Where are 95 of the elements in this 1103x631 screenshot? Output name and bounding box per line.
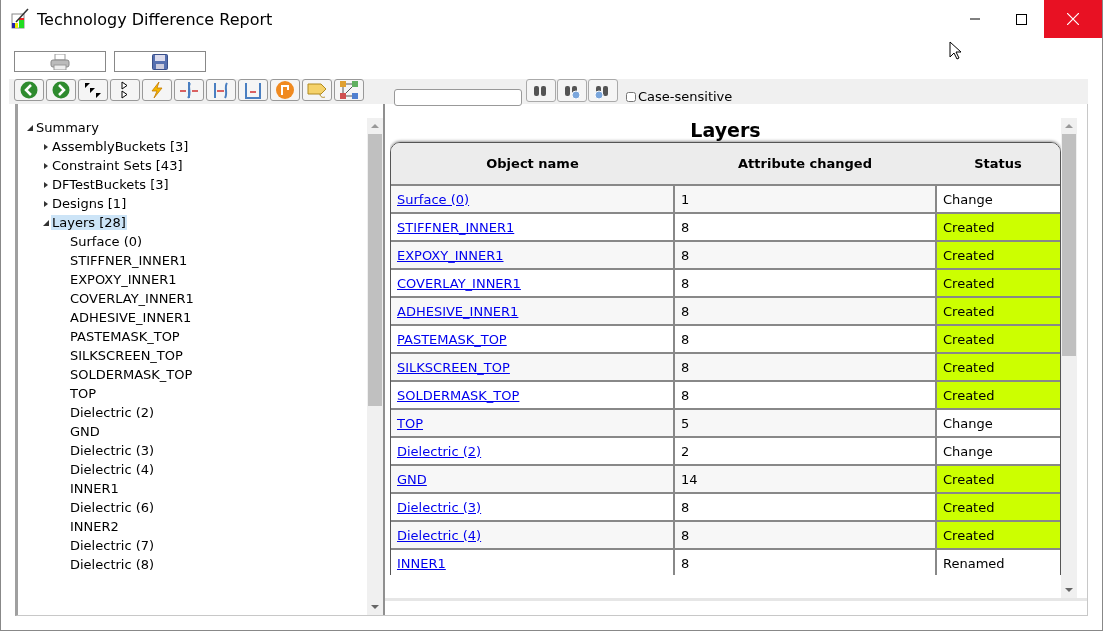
object-link[interactable]: TOP [397,415,423,431]
table-cell: 8 [674,241,936,269]
find-next-button[interactable] [557,79,587,102]
status-cell: Created [936,381,1060,409]
tree-item[interactable]: GND [69,424,101,439]
tree-item[interactable]: Surface (0) [69,234,144,249]
tree-item[interactable]: SOLDERMASK_TOP [69,367,194,382]
status-cell: Change [936,437,1060,465]
tree-item[interactable]: STIFFNER_INNER1 [69,253,189,268]
status-cell: Created [936,521,1060,549]
column-header: Attribute changed [674,143,936,185]
status-cell: Created [936,353,1060,381]
window-title: Technology Difference Report [37,9,274,29]
tree-item[interactable]: COVERLAY_INNER1 [69,291,195,306]
tree-item[interactable]: Dielectric (8) [69,557,156,572]
object-link[interactable]: INNER1 [397,555,446,571]
tree-item[interactable]: Summary [35,120,100,135]
table-cell: 8 [674,297,936,325]
tree-item[interactable]: Layers [28] [51,215,127,230]
status-cell: Change [936,409,1060,437]
table-cell: 14 [674,465,936,493]
expand-arrow-icon[interactable] [42,199,50,208]
gap-arrows-icon [211,81,231,99]
close-icon [1067,13,1079,25]
object-link[interactable]: SOLDERMASK_TOP [397,387,520,403]
tree-item[interactable]: INNER2 [69,519,120,534]
tree-item[interactable]: EXPOXY_INNER1 [69,272,178,287]
table-cell: 8 [674,353,936,381]
outline-triangles-icon [120,81,130,99]
tree-item[interactable]: INNER1 [69,481,120,496]
inward-arrows-icon [179,81,199,99]
column-header: Status [936,143,1060,185]
find-button[interactable] [526,79,556,102]
tree-item[interactable]: Dielectric (2) [69,405,156,420]
expand-arrow-icon[interactable] [42,161,50,170]
status-cell: Change [936,185,1060,213]
object-link[interactable]: Dielectric (4) [397,527,482,543]
status-cell: Created [936,213,1060,241]
object-link[interactable]: Dielectric (3) [397,499,482,515]
object-link[interactable]: GND [397,471,427,487]
tree-item[interactable]: PASTEMASK_TOP [69,329,181,344]
collapse-arrow-icon[interactable] [26,123,34,132]
status-cell: Created [936,493,1060,521]
status-cell: Created [936,465,1060,493]
tree-item[interactable]: ADHESIVE_INNER1 [69,310,193,325]
print-button[interactable] [14,51,106,72]
tag-icon [306,81,328,99]
tree-item[interactable]: Dielectric (7) [69,538,156,553]
column-header: Object name [391,143,674,185]
diagram-icon [339,80,359,100]
object-link[interactable]: STIFFNER_INNER1 [397,219,515,235]
maximize-icon [1015,13,1027,25]
find-previous-button[interactable] [588,79,618,102]
tree-item[interactable]: Dielectric (6) [69,500,156,515]
table-cell: 5 [674,409,936,437]
search-field[interactable] [394,89,522,106]
expand-arrow-icon[interactable] [42,142,50,151]
forward-button[interactable] [46,79,76,101]
toolbar-button[interactable] [78,79,108,101]
printer-icon [50,53,70,70]
mouse-pointer-icon [949,41,961,60]
disc-icon [275,80,295,100]
table-cell: 1 [674,185,936,213]
expand-arrow-icon[interactable] [42,180,50,189]
triangles-icon [83,81,103,99]
lightning-icon [150,81,164,99]
status-cell: Created [936,241,1060,269]
tree-item[interactable]: Constraint Sets [43] [51,158,184,173]
object-link[interactable]: COVERLAY_INNER1 [397,275,521,291]
case-sensitive-checkbox[interactable] [626,91,636,102]
tree-item[interactable]: TOP [69,386,97,401]
tree-item[interactable]: Dielectric (3) [69,443,156,458]
status-cell: Created [936,325,1060,353]
tree-item[interactable]: DFTestBuckets [3] [51,177,170,192]
status-cell: Renamed [936,549,1060,575]
status-cell: Created [936,269,1060,297]
back-button[interactable] [14,79,44,101]
tree-item[interactable]: AssemblyBuckets [3] [51,139,190,154]
object-link[interactable]: Dielectric (2) [397,443,482,459]
object-link[interactable]: PASTEMASK_TOP [397,331,507,347]
scrollbar[interactable] [367,118,383,615]
toolbar-button[interactable] [110,79,140,101]
table-cell: 8 [674,521,936,549]
tree-item[interactable]: SILKSCREEN_TOP [69,348,184,363]
save-button[interactable] [114,51,206,72]
collapse-arrow-icon[interactable] [42,218,50,227]
tree-item[interactable]: Dielectric (4) [69,462,156,477]
report-title: Layers [689,118,762,142]
checkbox-label: Case-sensitive [638,89,733,104]
tree-item[interactable]: Designs [1] [51,196,128,211]
app-icon [11,8,31,30]
object-link[interactable]: Surface (0) [397,191,470,207]
container-icon [243,81,263,99]
scrollbar[interactable] [1061,118,1077,598]
status-cell: Created [936,297,1060,325]
